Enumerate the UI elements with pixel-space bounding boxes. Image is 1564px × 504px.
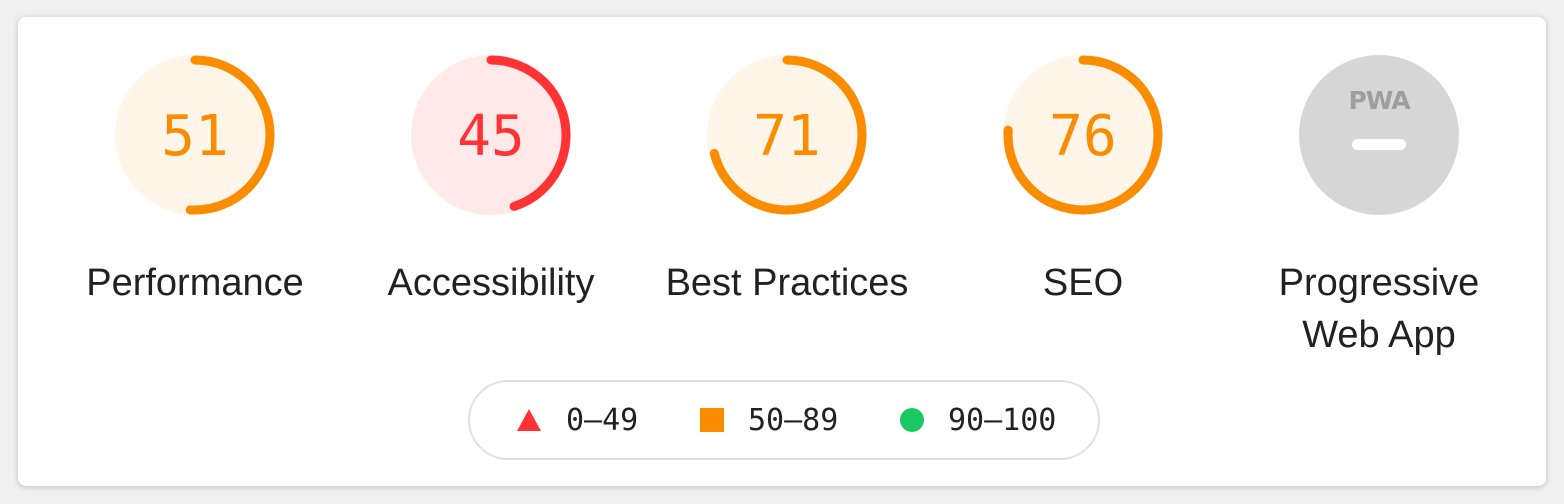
circle-icon bbox=[900, 408, 924, 432]
pwa-na-dash-icon bbox=[1352, 139, 1406, 150]
score-value: 76 bbox=[1049, 104, 1116, 169]
gauge-best-practices[interactable]: 71 Best Practices bbox=[657, 55, 917, 309]
legend-range: 0–49 bbox=[566, 402, 639, 438]
category-label: Performance bbox=[86, 262, 304, 304]
legend-range: 50–89 bbox=[748, 402, 839, 438]
score-legend: 0–49 50–89 90–100 bbox=[468, 380, 1100, 460]
gauge-accessibility-ring: 45 bbox=[411, 55, 571, 215]
legend-range: 90–100 bbox=[948, 402, 1057, 438]
pwa-badge: PWA bbox=[1299, 55, 1459, 215]
score-value: 71 bbox=[753, 104, 820, 169]
gauge-seo[interactable]: 76 SEO bbox=[953, 55, 1213, 309]
category-label: Best Practices bbox=[665, 262, 909, 304]
gauge-best-practices-ring: 71 bbox=[707, 55, 867, 215]
gauge-seo-ring: 76 bbox=[1003, 55, 1163, 215]
legend-item-fail: 0–49 bbox=[516, 382, 638, 458]
legend-item-pass: 90–100 bbox=[900, 382, 1056, 458]
pwa-logo-icon: PWA bbox=[1348, 86, 1411, 115]
pwa-badge-background bbox=[1299, 55, 1459, 215]
lighthouse-scores-card: 51 Performance 45 Accessibility 71 Best … bbox=[18, 17, 1546, 486]
triangle-icon bbox=[517, 409, 541, 431]
gauge-accessibility[interactable]: 45 Accessibility bbox=[361, 55, 621, 309]
square-icon bbox=[700, 408, 724, 432]
gauge-pwa[interactable]: PWA Progressive Web App bbox=[1249, 55, 1509, 361]
category-label: Progressive Web App bbox=[1278, 262, 1480, 356]
category-label: Accessibility bbox=[387, 262, 595, 304]
score-value: 45 bbox=[457, 104, 524, 169]
legend-item-average: 50–89 bbox=[700, 382, 838, 458]
category-label: SEO bbox=[1042, 262, 1124, 304]
score-value: 51 bbox=[161, 104, 228, 169]
gauge-performance[interactable]: 51 Performance bbox=[65, 55, 325, 309]
gauge-performance-ring: 51 bbox=[115, 55, 275, 215]
